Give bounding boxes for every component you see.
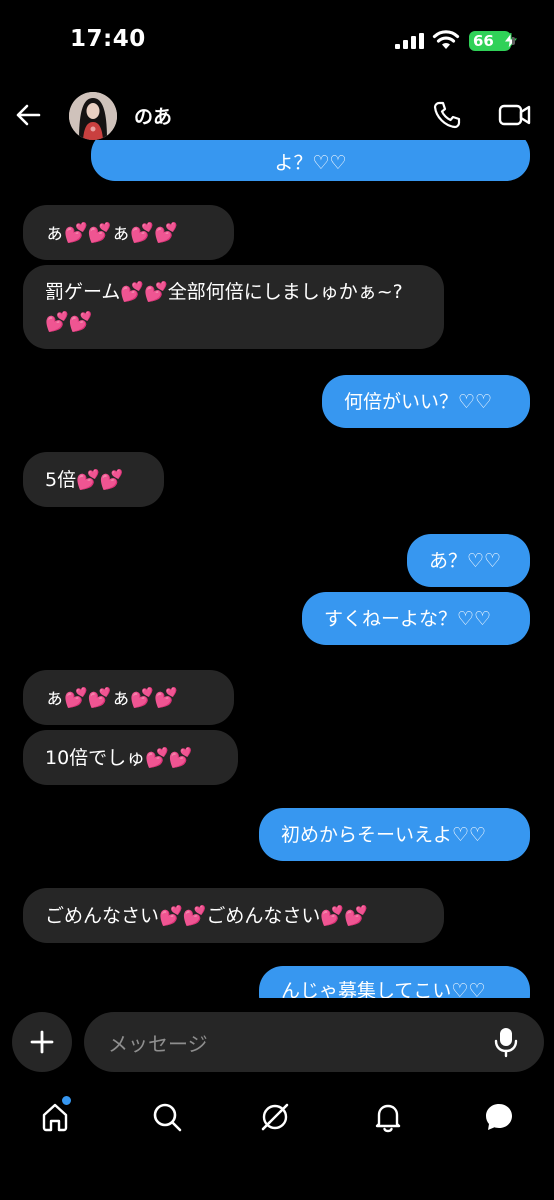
messages-icon <box>486 1104 512 1130</box>
battery-indicator: 66 <box>469 31 517 51</box>
tab-messages[interactable] <box>479 1097 519 1137</box>
message-bubble-incoming[interactable]: ごめんなさい💕💕ごめんなさい💕💕 <box>23 888 444 943</box>
explore-icon <box>261 1103 289 1131</box>
wifi-icon <box>432 30 460 49</box>
message-bubble-outgoing[interactable]: あ？♡♡ <box>407 534 530 587</box>
contact-name[interactable]: のあ <box>134 102 172 129</box>
tab-search[interactable] <box>147 1097 187 1137</box>
message-bubble-incoming[interactable]: 10倍でしゅ💕💕 <box>23 730 238 785</box>
message-text: ごめんなさい💕💕ごめんなさい💕💕 <box>45 904 368 927</box>
search-icon <box>153 1103 182 1132</box>
tab-explore[interactable] <box>255 1097 295 1137</box>
message-bubble-incoming[interactable]: ぁ💕💕ぁ💕💕 <box>23 670 234 725</box>
message-text: すくねーよな？♡♡ <box>324 607 492 630</box>
message-bubble-incoming[interactable]: ぁ💕💕ぁ💕💕 <box>23 205 234 260</box>
back-arrow-icon[interactable] <box>14 101 42 129</box>
message-text: んじゃ募集してこい♡♡ <box>281 980 486 998</box>
message-text: ぁ💕💕ぁ💕💕 <box>45 221 178 244</box>
message-bubble-outgoing[interactable]: 何倍がいい？♡♡ <box>322 375 530 428</box>
message-bubble-outgoing[interactable]: すくねーよな？♡♡ <box>302 592 530 645</box>
message-bubble-outgoing[interactable]: 初めからそーいえよ♡♡ <box>259 808 530 861</box>
message-text: よ？♡♡ <box>274 151 347 174</box>
status-time: 17:40 <box>70 26 146 52</box>
notifications-icon <box>375 1104 401 1133</box>
video-call-icon[interactable] <box>498 100 532 130</box>
message-bubble-incoming[interactable]: 5倍💕💕 <box>23 452 164 507</box>
home-notification-dot <box>60 1094 73 1107</box>
microphone-icon[interactable] <box>494 1026 518 1058</box>
avatar-photo <box>69 92 117 140</box>
battery-nub <box>512 37 515 45</box>
message-text: あ？♡♡ <box>429 549 502 572</box>
add-attachment-button[interactable] <box>12 1012 72 1072</box>
message-input-placeholder: メッセージ <box>108 1032 208 1056</box>
message-bubble-outgoing[interactable]: よ？♡♡ <box>91 140 530 181</box>
cellular-signal-icon <box>395 33 424 49</box>
message-text: 何倍がいい？♡♡ <box>344 390 493 413</box>
message-bubble-outgoing[interactable]: んじゃ募集してこい♡♡ <box>259 966 530 998</box>
tab-notifications[interactable] <box>368 1097 408 1137</box>
message-text: ぁ💕💕ぁ💕💕 <box>45 686 178 709</box>
message-text: 罰ゲーム💕💕全部何倍にしましゅかぁ~?💕💕 <box>45 281 403 333</box>
contact-avatar[interactable] <box>69 92 117 140</box>
message-input[interactable]: メッセージ <box>84 1012 544 1072</box>
message-bubble-incoming[interactable]: 罰ゲーム💕💕全部何倍にしましゅかぁ~?💕💕 <box>23 265 444 349</box>
phone-call-icon[interactable] <box>432 100 462 130</box>
message-thread[interactable]: よ？♡♡ ぁ💕💕ぁ💕💕 罰ゲーム💕💕全部何倍にしましゅかぁ~?💕💕 何倍がいい？… <box>0 140 554 998</box>
message-text: 10倍でしゅ💕💕 <box>45 746 193 769</box>
message-text: 5倍💕💕 <box>45 468 124 491</box>
plus-icon <box>30 1030 54 1054</box>
message-text: 初めからそーいえよ♡♡ <box>281 823 487 846</box>
battery-level: 66 <box>473 32 494 50</box>
